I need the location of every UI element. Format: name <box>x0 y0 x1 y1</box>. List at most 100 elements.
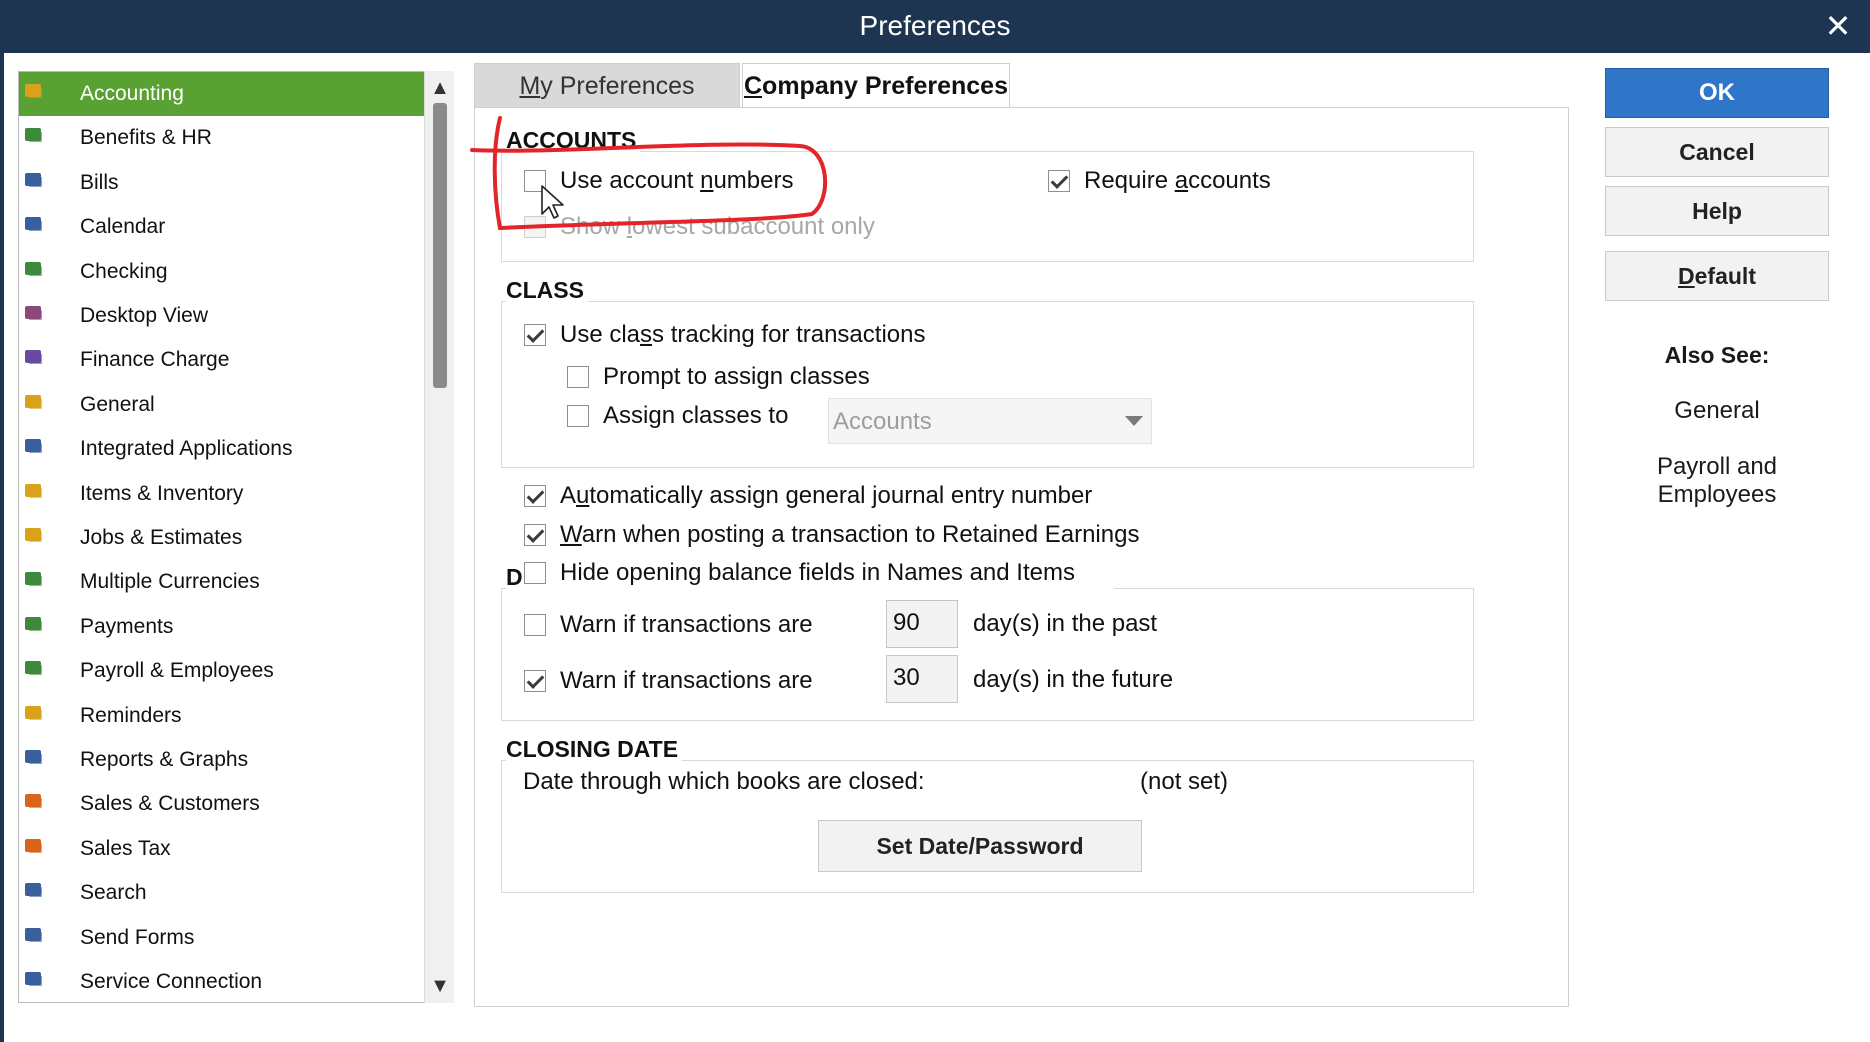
warn-past-option[interactable]: Warn if transactions are <box>524 611 844 641</box>
tab-company-preferences[interactable]: Company Preferences <box>742 63 1010 109</box>
future-days-input[interactable]: 30 <box>886 655 958 703</box>
send-forms-icon <box>23 924 45 946</box>
closing-date-value: (not set) <box>1140 768 1229 795</box>
sidebar-item-benefits-hr[interactable]: Benefits & HR <box>19 116 425 160</box>
default-accel: D <box>1678 263 1695 289</box>
sidebar-item-sales-tax[interactable]: Sales Tax <box>19 827 425 871</box>
sidebar-item-label: Service Connection <box>80 970 263 993</box>
warn-future-label: Warn if transactions are <box>560 667 813 694</box>
auto-journal-number-option[interactable]: Automatically assign general journal ent… <box>524 482 1144 512</box>
sidebar-item-finance-charge[interactable]: Finance Charge <box>19 338 425 382</box>
sidebar-item-desktop-view[interactable]: Desktop View <box>19 294 425 338</box>
items-inventory-icon <box>23 480 45 502</box>
sidebar-item-reminders[interactable]: Reminders <box>19 694 425 738</box>
tab-company-label: ompany Preferences <box>762 72 1008 100</box>
class-tracking-checkbox[interactable] <box>524 324 546 346</box>
sidebar-item-sales-customers[interactable]: Sales & Customers <box>19 782 425 826</box>
sidebar-item-send-forms[interactable]: Send Forms <box>19 916 425 960</box>
sidebar-item-label: Desktop View <box>80 304 209 327</box>
sidebar-item-accounting[interactable]: Accounting <box>19 72 425 116</box>
set-date-password-button[interactable]: Set Date/Password <box>818 820 1142 872</box>
warn-future-checkbox[interactable] <box>524 670 546 692</box>
auto-journal-number-checkbox[interactable] <box>524 485 546 507</box>
desktop-view-icon <box>23 302 45 324</box>
sidebar-item-label: Finance Charge <box>80 348 230 372</box>
class-tracking-option[interactable]: Use class tracking for transactions <box>524 321 974 351</box>
tab-my-preferences[interactable]: My Preferences <box>474 63 740 108</box>
chevron-down-icon <box>1125 416 1143 426</box>
sidebar-item-label: Checking <box>80 259 168 283</box>
assign-classes-to-checkbox[interactable] <box>567 405 589 427</box>
sidebar-item-label: Sales & Customers <box>80 792 260 816</box>
use-account-numbers-option[interactable]: Use account numbers <box>524 167 854 197</box>
sidebar-item-label: Multiple Currencies <box>80 570 260 594</box>
sidebar-item-label: Calendar <box>80 215 166 239</box>
hide-opening-balance-option[interactable]: Hide opening balance fields in Names and… <box>524 559 1114 589</box>
sidebar-item-service-connection[interactable]: Service Connection <box>19 960 425 1002</box>
default-label: efault <box>1694 263 1756 289</box>
sidebar-item-general[interactable]: General <box>19 383 425 427</box>
sidebar-item-label: Payments <box>80 614 174 638</box>
sidebar-item-label: Items & Inventory <box>80 481 244 505</box>
sidebar-item-jobs-estimates[interactable]: Jobs & Estimates <box>19 516 425 560</box>
sales-tax-icon <box>23 835 45 857</box>
also-see-link-payroll-line2: Employees <box>1657 481 1777 508</box>
sidebar-scrollbar[interactable]: ▲ ▼ <box>424 71 454 1003</box>
sidebar-item-bills[interactable]: Bills <box>19 161 425 205</box>
sidebar-item-integrated-applications[interactable]: Integrated Applications <box>19 427 425 471</box>
sidebar-item-checking[interactable]: Checking <box>19 250 425 294</box>
sidebar-item-reports-graphs[interactable]: Reports & Graphs <box>19 738 425 782</box>
preferences-category-list: Accounting Benefits & HR Bills Calendar Chec… <box>18 71 454 1003</box>
cancel-button[interactable]: Cancel <box>1605 127 1829 177</box>
integrated-apps-icon <box>23 435 45 457</box>
past-days-input[interactable]: 90 <box>886 600 958 648</box>
prompt-assign-classes-option[interactable]: Prompt to assign classes <box>567 363 907 393</box>
benefits-icon <box>23 124 45 146</box>
hide-opening-balance-checkbox[interactable] <box>524 562 546 584</box>
sidebar-item-calendar[interactable]: Calendar <box>19 205 425 249</box>
sidebar-item-label: Payroll & Employees <box>80 659 274 683</box>
sidebar-item-label: Sales Tax <box>80 836 171 860</box>
prompt-assign-classes-label: Prompt to assign classes <box>603 363 870 390</box>
title-bar: Preferences ✕ <box>0 0 1870 53</box>
mouse-cursor-icon <box>541 185 564 219</box>
warn-retained-earnings-option[interactable]: Warn when posting a transaction to Retai… <box>524 521 1184 551</box>
scroll-down-arrow-icon[interactable]: ▼ <box>425 973 455 999</box>
calendar-icon <box>23 213 45 235</box>
sidebar-item-items-inventory[interactable]: Items & Inventory <box>19 472 425 516</box>
past-days-suffix: day(s) in the past <box>973 610 1158 637</box>
search-icon <box>23 879 45 901</box>
sidebar-item-label: Reports & Graphs <box>80 748 249 771</box>
also-see-link-general[interactable]: General <box>1605 397 1829 425</box>
sidebar-item-payroll-employees[interactable]: Payroll & Employees <box>19 649 425 693</box>
assign-classes-to-option[interactable]: Assign classes to <box>567 402 817 432</box>
sidebar-item-multiple-currencies[interactable]: Multiple Currencies <box>19 560 425 604</box>
warn-past-label: Warn if transactions are <box>560 611 813 638</box>
closing-date-heading: CLOSING DATE <box>506 736 683 763</box>
window-edge <box>0 53 4 1042</box>
require-accounts-checkbox[interactable] <box>1048 170 1070 192</box>
tab-company-accel: C <box>743 72 763 100</box>
scroll-up-arrow-icon[interactable]: ▲ <box>425 75 455 101</box>
reminders-icon <box>23 702 45 724</box>
close-icon[interactable]: ✕ <box>1822 8 1854 44</box>
warn-retained-earnings-label: Warn when posting a transaction to Retai… <box>560 521 1140 548</box>
reports-icon <box>23 746 45 768</box>
scroll-thumb[interactable] <box>433 103 447 388</box>
default-button[interactable]: Default <box>1605 251 1829 301</box>
warn-future-option[interactable]: Warn if transactions are <box>524 667 844 697</box>
sidebar-item-search[interactable]: Search <box>19 871 425 915</box>
general-icon <box>23 391 45 413</box>
require-accounts-option[interactable]: Require accounts <box>1048 167 1348 197</box>
warn-retained-earnings-checkbox[interactable] <box>524 524 546 546</box>
bills-icon <box>23 169 45 191</box>
sidebar-item-label: Jobs & Estimates <box>80 526 243 549</box>
ok-button[interactable]: OK <box>1605 68 1829 118</box>
accounting-icon <box>23 80 45 102</box>
warn-past-checkbox[interactable] <box>524 614 546 636</box>
also-see-link-payroll[interactable]: Payroll and Employees <box>1605 453 1829 509</box>
prompt-assign-classes-checkbox[interactable] <box>567 366 589 388</box>
help-button[interactable]: Help <box>1605 186 1829 236</box>
assign-classes-to-select[interactable]: Accounts <box>828 398 1152 444</box>
sidebar-item-payments[interactable]: Payments <box>19 605 425 649</box>
